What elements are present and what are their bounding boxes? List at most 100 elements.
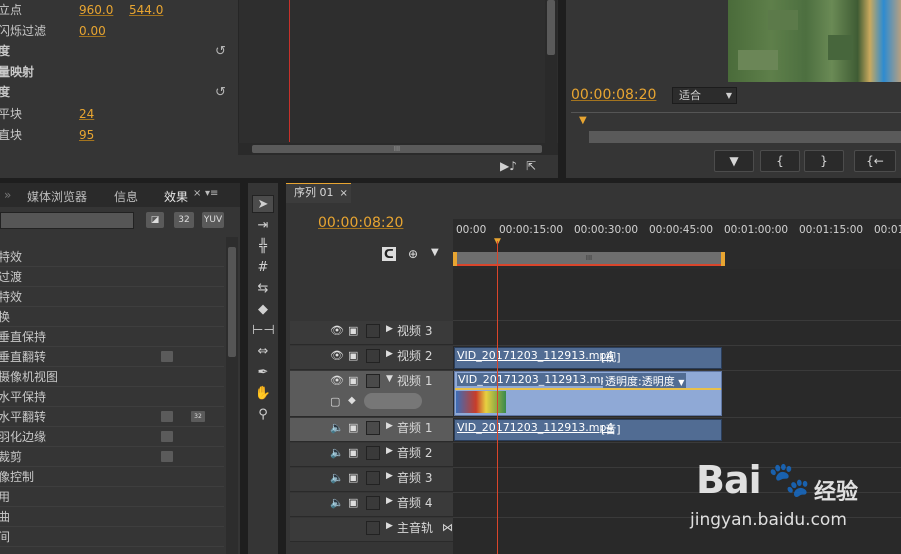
lock-toggle[interactable] (366, 349, 380, 363)
mark-out-button[interactable]: } (804, 150, 844, 172)
close-icon[interactable]: × (193, 188, 201, 199)
film-icon[interactable]: ▣ (348, 421, 358, 434)
lock-toggle[interactable] (366, 374, 380, 388)
tab-effects[interactable]: 效果 (164, 188, 188, 205)
opacity-rubberband[interactable] (455, 388, 721, 390)
list-item[interactable]: 垂直保持 (0, 327, 224, 347)
h-blocks-value[interactable]: 24 (79, 104, 94, 125)
rolling-edit-tool-icon[interactable]: # (252, 259, 274, 277)
sequence-timecode[interactable]: 00:00:08:20 (318, 215, 403, 231)
effects-search-input[interactable] (0, 212, 134, 229)
speaker-icon[interactable]: 🔈 (330, 421, 344, 434)
list-item[interactable]: 水平保持 (0, 387, 224, 407)
audio-play-icon[interactable]: ▶♪ (500, 159, 517, 173)
film-icon[interactable]: ▣ (348, 324, 358, 337)
time-ruler[interactable]: 00:00 00:00:15:00 00:00:30:00 00:00:45:0… (453, 219, 901, 269)
add-marker-button[interactable]: ▼ (714, 150, 754, 172)
list-item[interactable]: 曲 (0, 507, 224, 527)
scroll-thumb[interactable] (547, 0, 555, 55)
32bit-filter-button[interactable]: 32 (174, 212, 194, 228)
chevron-right-icon[interactable]: ▶ (386, 471, 393, 481)
lock-toggle[interactable] (366, 446, 380, 460)
list-item[interactable]: 像控制 (0, 467, 224, 487)
opacity-menu[interactable]: 透明度:透明度 ▼ (603, 373, 687, 389)
list-item[interactable]: 垂直翻转 (0, 347, 224, 367)
ripple-edit-tool-icon[interactable]: ╬ (252, 238, 274, 256)
razor-tool-icon[interactable]: ◆ (252, 301, 274, 319)
chevron-right-icon[interactable]: ▶ (386, 496, 393, 506)
timeline-playhead[interactable] (497, 241, 498, 554)
selection-tool-icon[interactable]: ➤ (252, 195, 274, 213)
close-icon[interactable]: × (340, 188, 348, 199)
list-item[interactable]: 摄像机视图 (0, 367, 224, 387)
slip-tool-icon[interactable]: ⊢⊣ (252, 322, 275, 340)
reset-icon[interactable]: ↺ (215, 41, 226, 62)
anchor-y-value[interactable]: 544.0 (129, 0, 163, 21)
lock-toggle[interactable] (366, 471, 380, 485)
list-item[interactable]: 特效 (0, 287, 224, 307)
keyframe-icon[interactable]: ◆ (348, 395, 356, 406)
tab-info[interactable]: 信息 (114, 188, 138, 205)
effect-controls-timeline[interactable] (238, 0, 558, 155)
track-header-audio-3[interactable]: 🔈 ▣ ▶ 音频 3 (290, 468, 453, 492)
scroll-thumb[interactable] (228, 247, 236, 357)
list-item[interactable]: 过渡 (0, 267, 224, 287)
film-icon[interactable]: ▣ (348, 471, 358, 484)
work-area-start-handle[interactable] (453, 252, 457, 266)
speaker-icon[interactable]: 🔈 (330, 446, 344, 459)
pen-tool-icon[interactable]: ✒ (252, 364, 274, 382)
list-item[interactable]: 水平翻转 32 (0, 407, 224, 427)
list-item[interactable]: 用 (0, 487, 224, 507)
track-header-video-3[interactable]: 👁 ▣ ▶ 视频 3 (290, 321, 453, 345)
speaker-icon[interactable]: 🔈 (330, 496, 344, 509)
display-style-icon[interactable]: ▢ (330, 395, 340, 408)
lock-toggle[interactable] (366, 521, 380, 535)
chevron-down-icon[interactable]: ▼ (386, 374, 393, 384)
scroll-thumb[interactable]: III (252, 145, 542, 153)
panel-menu-icon[interactable]: ▾≡ (205, 188, 218, 199)
track-select-tool-icon[interactable]: ⇥ (252, 217, 274, 235)
track-header-audio-2[interactable]: 🔈 ▣ ▶ 音频 2 (290, 443, 453, 467)
snap-icon[interactable]: ᑕ (382, 247, 396, 261)
zoom-fit-select[interactable]: 适合 ▼ (672, 87, 737, 104)
program-time-ruler[interactable]: ▼ (571, 112, 901, 144)
program-timecode[interactable]: 00:00:08:20 (571, 87, 656, 103)
rate-stretch-tool-icon[interactable]: ⇆ (252, 280, 274, 298)
vertical-scrollbar[interactable] (545, 0, 557, 143)
work-area-end-handle[interactable] (721, 252, 725, 266)
track-header-audio-1[interactable]: 🔈 ▣ ▶ 音频 1 (290, 418, 453, 442)
reset-icon[interactable]: ↺ (215, 82, 226, 103)
chevron-right-icon[interactable]: ▶ (386, 349, 393, 359)
anchor-x-value[interactable]: 960.0 (79, 0, 113, 21)
lock-toggle[interactable] (366, 496, 380, 510)
export-icon[interactable]: ⇱ (526, 159, 536, 173)
add-marker-icon[interactable]: ⊕ (408, 247, 418, 261)
zoom-tool-icon[interactable]: ⚲ (252, 406, 274, 424)
go-to-in-button[interactable]: {← (854, 150, 896, 172)
keyframe-navigator[interactable] (364, 393, 422, 409)
tab-sequence[interactable]: 序列 01 × (286, 183, 351, 203)
track-header-video-1[interactable]: 👁 ▣ ▼ 视频 1 ▢ ◆ (290, 371, 453, 417)
slide-tool-icon[interactable]: ⇔ (252, 343, 274, 361)
eye-icon[interactable]: 👁 (330, 374, 344, 387)
vertical-scrollbar[interactable] (226, 237, 238, 554)
film-icon[interactable]: ▣ (348, 446, 358, 459)
audio-1-clip[interactable]: VID_20171203_112913.mp4 [音] (454, 419, 722, 441)
track-header-master[interactable]: ▶ 主音轨 ⋈ (290, 518, 453, 542)
video-1-clip[interactable]: VID_20171203_112913.mp4 透明度:透明度 ▼ (454, 371, 722, 416)
effect-controls-playhead[interactable] (289, 0, 290, 142)
program-scrub-bar[interactable] (589, 131, 901, 143)
v-blocks-value[interactable]: 95 (79, 125, 94, 146)
mark-in-button[interactable]: { (760, 150, 800, 172)
speaker-icon[interactable]: 🔈 (330, 471, 344, 484)
film-icon[interactable]: ▣ (348, 374, 358, 387)
flicker-value[interactable]: 0.00 (79, 21, 106, 42)
list-item[interactable]: 特效 (0, 247, 224, 267)
video-2-clip[interactable]: VID_20171203_112913.mp4 [视] (454, 347, 722, 369)
eye-icon[interactable]: 👁 (330, 349, 344, 362)
eye-icon[interactable]: 👁 (330, 324, 344, 337)
marker-icon[interactable]: ▼ (431, 247, 439, 258)
chevron-right-icon[interactable]: ▶ (386, 446, 393, 456)
horizontal-scrollbar[interactable]: III (238, 143, 558, 155)
track-header-audio-4[interactable]: 🔈 ▣ ▶ 音频 4 (290, 493, 453, 517)
